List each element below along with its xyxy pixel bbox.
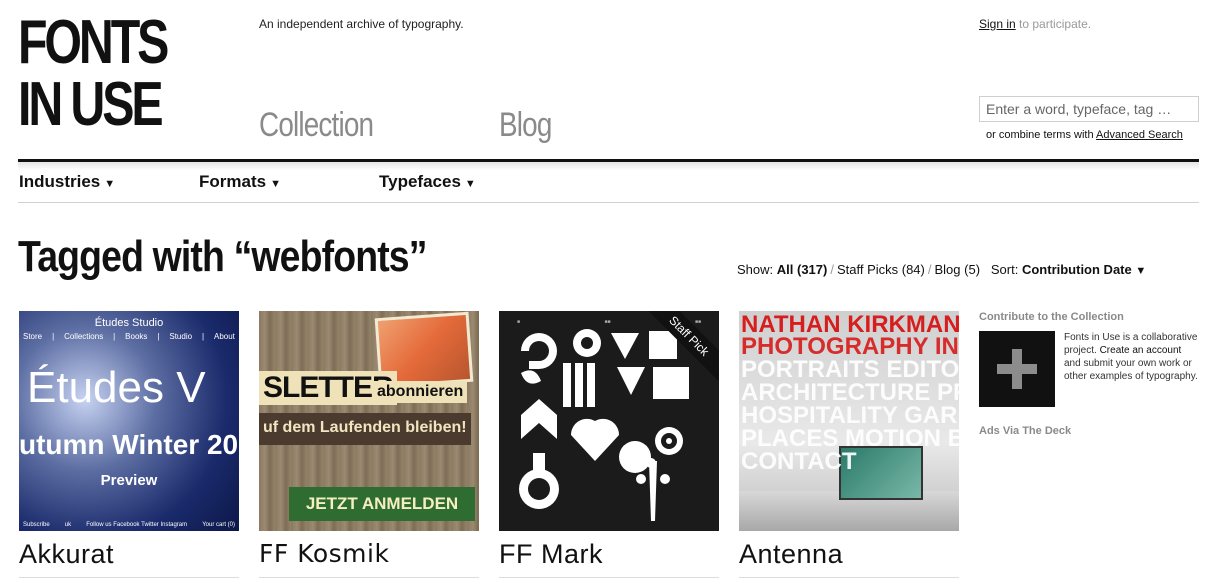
thumb-menu-sep: | xyxy=(201,332,205,341)
thumb-footer: Subscribe uk Follow us Facebook Twitter … xyxy=(23,522,235,528)
thumb-subheadline: utumn Winter 20 xyxy=(19,429,239,460)
chevron-down-icon: ▼ xyxy=(104,178,116,190)
nav-collection[interactable]: Collection xyxy=(259,106,374,145)
thumb-line: PHOTOGRAPHY INT xyxy=(741,333,959,360)
card-akkurat[interactable]: Études Studio Store | Collections | Book… xyxy=(19,311,239,578)
signin-suffix: to participate. xyxy=(1015,17,1092,31)
logo-line-1: FONTS xyxy=(18,8,169,77)
card-thumbnail[interactable]: NATHAN KIRKMAN PHOTOGRAPHY INT PORTRAITS… xyxy=(739,311,959,531)
menu-typefaces[interactable]: Typefaces ▼ xyxy=(379,172,476,192)
thumb-band-text: uf dem Laufenden bleiben! xyxy=(259,413,471,445)
advanced-search-hint: or combine terms with Advanced Search xyxy=(986,129,1183,141)
subnav-shadow xyxy=(18,162,1199,170)
card-divider xyxy=(259,577,479,578)
ads-link[interactable]: Ads Via The Deck xyxy=(979,425,1071,437)
thumb-line: HOSPITALITY GARD xyxy=(741,402,959,429)
create-account-link[interactable]: Create an account xyxy=(1100,345,1182,356)
sort-label: Sort: xyxy=(990,262,1019,277)
thumb-line: PLACES MOTION BI xyxy=(741,425,959,452)
contribute-text: Fonts in Use is a collaborative project.… xyxy=(1064,331,1200,383)
card-ff-kosmik[interactable]: SLETTER abonnieren uf dem Laufenden blei… xyxy=(259,311,479,578)
thumb-menu-item: Collections xyxy=(64,332,104,341)
subnav-divider xyxy=(18,202,1199,203)
thumb-menu-sep: | xyxy=(52,332,55,341)
chevron-down-icon: ▼ xyxy=(270,178,281,190)
thumb-menu-item: About xyxy=(214,332,235,341)
chevron-down-icon: ▼ xyxy=(1135,265,1147,277)
card-divider xyxy=(739,577,959,578)
menu-industries-label: Industries xyxy=(19,172,101,191)
thumb-line: CONTACT xyxy=(741,448,857,475)
search-input[interactable] xyxy=(979,96,1199,122)
contribute-outro: and submit your own work or other exampl… xyxy=(1064,358,1198,382)
signin-message: Sign in to participate. xyxy=(979,17,1091,31)
card-antenna[interactable]: NATHAN KIRKMAN PHOTOGRAPHY INT PORTRAITS… xyxy=(739,311,959,578)
plus-icon-vertical xyxy=(1012,349,1022,389)
advanced-search-link[interactable]: Advanced Search xyxy=(1096,129,1183,141)
site-tagline: An independent archive of typography. xyxy=(259,17,464,31)
logo-line-2: IN USE xyxy=(18,70,164,139)
thumb-menu-sep: | xyxy=(113,332,116,341)
card-thumbnail[interactable]: Études Studio Store | Collections | Book… xyxy=(19,311,239,531)
filter-all[interactable]: All (317) xyxy=(777,262,828,277)
thumb-footer-item: Follow us Facebook Twitter Instagram xyxy=(86,522,188,528)
thumb-footer-item: uk xyxy=(64,522,72,528)
thumb-menu-item: Store xyxy=(23,332,43,341)
thumb-line: ARCHITECTURE PRO xyxy=(741,379,959,406)
card-title[interactable]: FF Mark xyxy=(499,539,719,569)
menu-formats[interactable]: Formats ▼ xyxy=(199,172,281,192)
nav-blog[interactable]: Blog xyxy=(499,106,552,145)
advanced-search-prefix: or combine terms with xyxy=(986,129,1097,141)
card-ff-mark[interactable]: ■ ■■ ■■ Staff Pick FF Mark xyxy=(499,311,719,578)
card-title[interactable]: Akkurat xyxy=(19,539,239,569)
thumb-preview-label: Preview xyxy=(100,472,158,489)
thumb-header: Études Studio xyxy=(94,317,164,329)
card-thumbnail[interactable]: ■ ■■ ■■ Staff Pick xyxy=(499,311,719,531)
filter-staff-picks[interactable]: Staff Picks (84) xyxy=(837,262,925,277)
card-title[interactable]: FF Kosmik xyxy=(259,539,479,569)
thumb-line: PORTRAITS EDITOR xyxy=(741,356,959,383)
add-contribution-button[interactable] xyxy=(979,331,1055,407)
thumb-footer-item: Your cart (0) xyxy=(202,522,235,528)
card-title[interactable]: Antenna xyxy=(739,539,959,569)
filter-blog[interactable]: Blog (5) xyxy=(935,262,981,277)
thumb-subheadline: abonnieren xyxy=(373,381,468,403)
menu-formats-label: Formats xyxy=(199,172,267,191)
filter-bar: Show: All (317) / Staff Picks (84) / Blog (5… xyxy=(737,262,1146,277)
menu-typefaces-label: Typefaces xyxy=(379,172,461,191)
thumb-menu-sep: | xyxy=(157,332,160,341)
filter-separator: / xyxy=(927,262,932,277)
card-divider xyxy=(19,577,239,578)
filter-separator: / xyxy=(830,262,834,277)
thumb-menu-item: Books xyxy=(125,332,148,341)
thumb-footer-item: Subscribe xyxy=(23,522,50,528)
signin-link[interactable]: Sign in xyxy=(979,17,1016,31)
menu-industries[interactable]: Industries ▼ xyxy=(19,172,115,192)
card-divider xyxy=(499,577,719,578)
sort-dropdown[interactable]: Contribution Date xyxy=(1022,262,1132,277)
thumb-headline: Études V xyxy=(27,363,206,412)
thumb-menu-item: Studio xyxy=(169,332,193,341)
site-logo[interactable]: FONTS IN USE xyxy=(18,8,169,139)
contribute-heading[interactable]: Contribute to the Collection xyxy=(979,311,1124,323)
chevron-down-icon: ▼ xyxy=(464,178,476,190)
show-label: Show: xyxy=(737,262,774,277)
thumb-cta: JETZT ANMELDEN xyxy=(289,487,475,521)
thumb-menu: Store | Collections | Books | Studio | A… xyxy=(23,332,235,341)
card-thumbnail[interactable]: SLETTER abonnieren uf dem Laufenden blei… xyxy=(259,311,479,531)
page-title: Tagged with “webfonts” xyxy=(18,232,427,281)
